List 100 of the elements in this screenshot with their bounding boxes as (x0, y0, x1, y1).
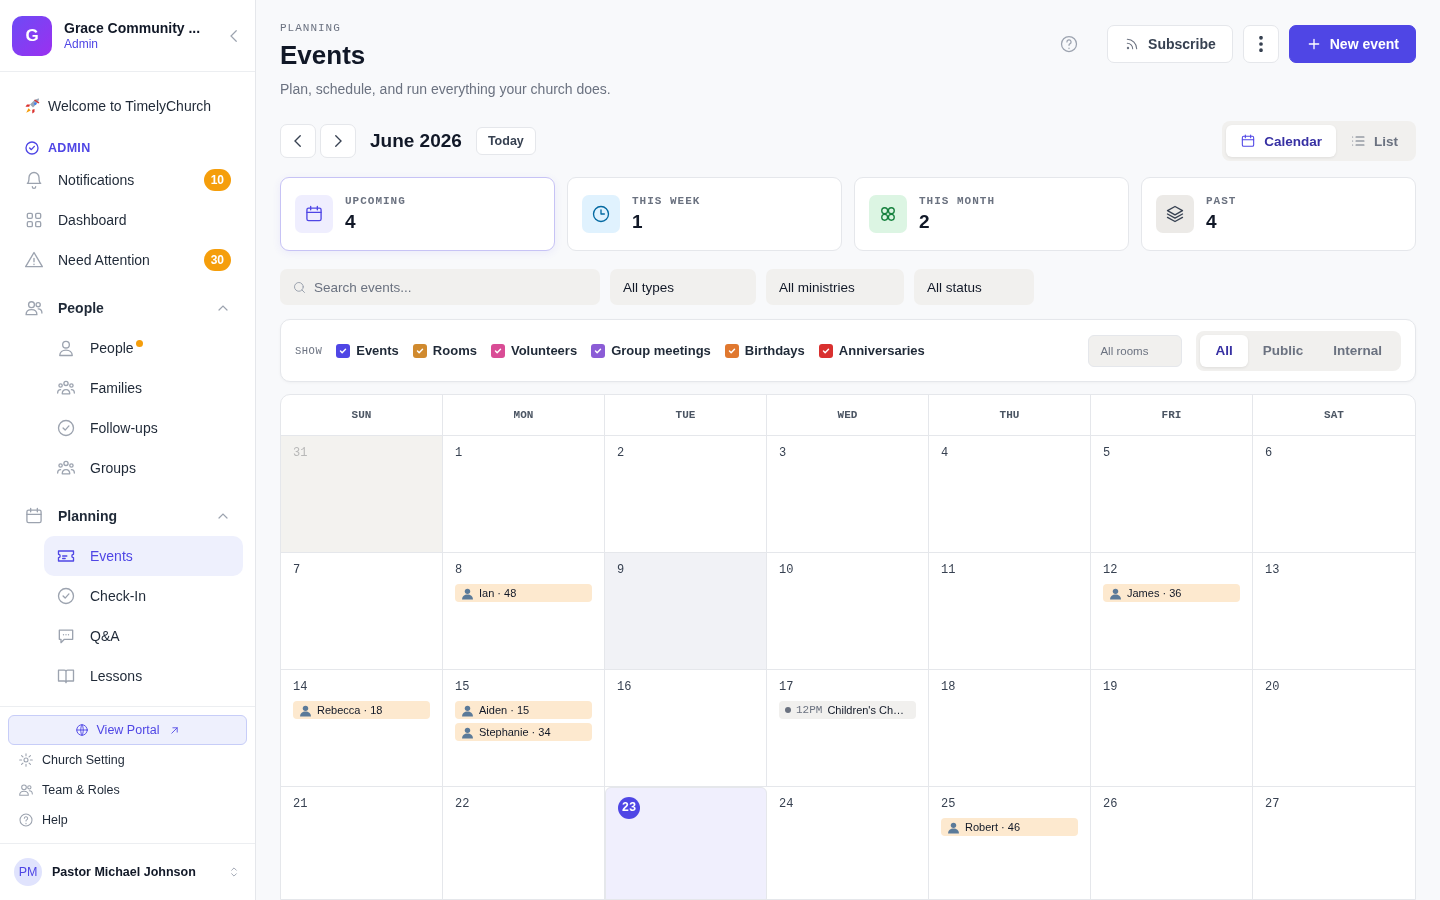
stat-value: 4 (345, 211, 357, 233)
day-cell[interactable]: 19 (1091, 670, 1253, 788)
day-cell[interactable]: 7 (281, 553, 443, 671)
filter-dropdown[interactable]: All status (914, 269, 1034, 305)
view-portal-button[interactable]: View Portal (8, 715, 247, 745)
footer-link[interactable]: Team & Roles (8, 775, 247, 805)
day-cell[interactable]: 1 (443, 436, 605, 554)
day-cell[interactable]: 14 Rebecca · 18 (281, 670, 443, 788)
month-title: June 2026 (370, 130, 462, 152)
sidebar-item[interactable]: Lessons (44, 656, 243, 696)
sidebar-item[interactable]: Notifications 10 (12, 160, 243, 200)
previous-month-button[interactable] (280, 124, 316, 158)
birthday-chip[interactable]: James · 36 (1103, 584, 1240, 603)
legend-toggle[interactable]: Birthdays (724, 343, 805, 359)
sidebar-item[interactable]: Check-In (44, 576, 243, 616)
new-event-button[interactable]: New event (1288, 25, 1416, 63)
sidebar-item[interactable]: Groups (44, 448, 243, 488)
sidebar-item[interactable]: Events (44, 536, 243, 576)
filter-dropdown[interactable]: All ministries (766, 269, 904, 305)
legend-toggle[interactable]: Events (336, 343, 399, 359)
footer-link[interactable]: Help (8, 805, 247, 835)
chip-label: Aiden · 15 (479, 704, 530, 717)
checkbox[interactable] (490, 343, 505, 358)
visibility-tab[interactable]: Public (1247, 334, 1319, 367)
weekday-header: TUE (605, 395, 767, 437)
calendar-icon (304, 204, 324, 224)
day-cell[interactable]: 8 Ian · 48 (443, 553, 605, 671)
sidebar-item[interactable]: Q&A (44, 616, 243, 656)
stat-card[interactable]: UPCOMING 4 (280, 177, 555, 251)
sidebar-item[interactable]: Planning (12, 496, 243, 536)
more-icon (1258, 36, 1263, 52)
day-cell[interactable]: 10 (767, 553, 929, 671)
birthday-chip[interactable]: Aiden · 15 (455, 701, 592, 720)
checkbox[interactable] (412, 343, 427, 358)
checkbox[interactable] (591, 343, 606, 358)
day-cell[interactable]: 9 (605, 553, 767, 671)
day-cell[interactable]: 25 Robert · 46 (929, 787, 1091, 899)
stat-card[interactable]: THIS WEEK 1 (567, 177, 842, 251)
legend-label: SHOW (295, 344, 323, 357)
day-cell[interactable]: 4 (929, 436, 1091, 554)
checkbox[interactable] (724, 343, 739, 358)
view-tab[interactable]: Calendar (1226, 125, 1336, 157)
search-icon (292, 280, 307, 295)
sidebar-item[interactable]: Need Attention 30 (12, 240, 243, 280)
legend-toggle[interactable]: Anniversaries (818, 343, 925, 359)
view-tab[interactable]: List (1336, 125, 1412, 157)
day-number: 13 (1265, 563, 1280, 578)
help-icon (1059, 34, 1080, 54)
rooms-dropdown[interactable]: All rooms (1088, 334, 1183, 367)
day-cell[interactable]: 18 (929, 670, 1091, 788)
legend-toggle[interactable]: Volunteers (490, 343, 578, 359)
day-cell[interactable]: 21 (281, 787, 443, 899)
day-cell[interactable]: 11 (929, 553, 1091, 671)
visibility-tab[interactable]: Internal (1318, 334, 1397, 367)
birthday-chip[interactable]: Robert · 46 (941, 818, 1078, 837)
birthday-chip[interactable]: Stephanie · 34 (455, 723, 592, 742)
day-cell[interactable]: 5 (1091, 436, 1253, 554)
clock-icon (591, 204, 611, 224)
calendar-icon (1240, 133, 1257, 149)
checkbox[interactable] (818, 343, 833, 358)
day-cell[interactable]: 15 Aiden · 15 Stephanie · 34 (443, 670, 605, 788)
day-cell[interactable]: 17 12PM Children's Ch… (767, 670, 929, 788)
subscribe-button[interactable]: Subscribe (1107, 25, 1233, 63)
sidebar-item[interactable]: Follow-ups (44, 408, 243, 448)
day-cell[interactable]: 26 (1091, 787, 1253, 899)
checkbox[interactable] (336, 343, 351, 358)
welcome-link[interactable]: Welcome to TimelyChurch (48, 98, 212, 114)
stat-card[interactable]: THIS MONTH 2 (854, 177, 1129, 251)
help-button[interactable] (1059, 34, 1080, 54)
next-month-button[interactable] (320, 124, 356, 158)
footer-link[interactable]: Church Setting (8, 745, 247, 775)
day-cell[interactable]: 3 (767, 436, 929, 554)
day-cell[interactable]: 12 James · 36 (1091, 553, 1253, 671)
sidebar-item[interactable]: Dashboard (12, 200, 243, 240)
sidebar-item[interactable]: People (44, 328, 243, 368)
day-cell[interactable]: 20 (1253, 670, 1415, 788)
sidebar-item[interactable]: Families (44, 368, 243, 408)
day-cell[interactable]: 23 (605, 787, 767, 899)
person-icon (461, 725, 474, 739)
birthday-chip[interactable]: Rebecca · 18 (293, 701, 430, 720)
search-field[interactable]: Search events... (280, 269, 600, 305)
day-cell[interactable]: 27 (1253, 787, 1415, 899)
day-cell[interactable]: 24 (767, 787, 929, 899)
visibility-tab[interactable]: All (1200, 334, 1248, 367)
stat-card[interactable]: PAST 4 (1141, 177, 1416, 251)
today-button[interactable]: Today (475, 127, 536, 155)
day-cell[interactable]: 6 (1253, 436, 1415, 554)
event-chip[interactable]: 12PM Children's Ch… (779, 701, 916, 720)
day-cell[interactable]: 13 (1253, 553, 1415, 671)
legend-toggle[interactable]: Group meetings (591, 343, 711, 359)
legend-toggle[interactable]: Rooms (412, 343, 477, 359)
sidebar-item[interactable]: People (12, 288, 243, 328)
group-icon (56, 458, 76, 478)
check-circle-icon (56, 418, 76, 438)
day-number: 9 (617, 563, 625, 578)
more-button[interactable] (1242, 25, 1279, 63)
stat-label: PAST (1206, 195, 1237, 207)
filter-dropdown[interactable]: All types (610, 269, 756, 305)
birthday-chip[interactable]: Ian · 48 (455, 584, 592, 603)
check-circle-icon (24, 140, 40, 156)
